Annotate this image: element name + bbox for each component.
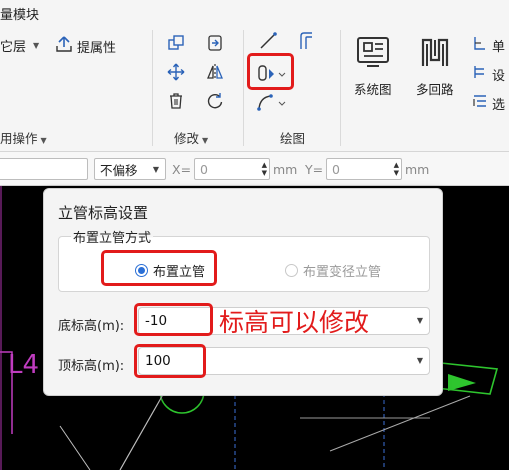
branch-icon [472, 64, 488, 84]
place-riser-highlight-box [101, 250, 217, 286]
x-spinner[interactable]: ▲ ▼ [262, 161, 267, 177]
mirror-icon[interactable] [205, 62, 225, 82]
system-diagram-label: 系统图 [354, 82, 392, 97]
offset-select[interactable]: 不偏移 ▼ [94, 158, 166, 180]
chevron-down-icon: ▼ [33, 41, 40, 50]
annotation-text: 标高可以修改 [219, 308, 370, 337]
y-spinner[interactable]: ▲ ▼ [394, 161, 399, 177]
y-input[interactable]: 0 ▲ ▼ [326, 158, 402, 180]
right-item-3[interactable]: 选 [472, 93, 505, 113]
right-item-2-label: 设 [492, 68, 506, 84]
offset-copy-icon[interactable] [205, 33, 225, 53]
dialog-title: 立管标高设置 [58, 204, 149, 222]
layer-label: 它层 [0, 40, 27, 55]
toolbar-left-field[interactable] [0, 158, 88, 180]
right-item-2[interactable]: 设 [472, 64, 505, 84]
x-label: X= [172, 162, 192, 177]
ribbon: 量模块 它层 ▼ 提属性 用操作 ▼ 修改 ▼ 绘图 系统图 多回路 单 设 选 [0, 0, 509, 152]
right-item-3-label: 选 [492, 97, 506, 113]
right-item-1-label: 单 [492, 39, 506, 55]
group-label-draw: 绘图 [280, 131, 306, 146]
bottom-elevation-highlight-box [134, 303, 213, 336]
chevron-down-icon[interactable]: ▼ [417, 316, 423, 325]
delete-icon[interactable] [166, 91, 186, 111]
top-elevation-highlight-box [134, 344, 206, 378]
multi-loop-icon [417, 34, 453, 73]
extract-attribute-button[interactable]: 提属性 [55, 35, 116, 57]
radio-place-reducer-riser[interactable]: 布置变径立管 [285, 261, 381, 280]
riser-highlight-box [247, 53, 294, 90]
group-label-operations: 用操作 ▼ [0, 131, 47, 146]
arc-icon[interactable] [255, 92, 287, 112]
right-item-1[interactable]: 单 [472, 35, 505, 55]
y-value: 0 [332, 161, 340, 177]
rotate-icon[interactable] [205, 91, 225, 111]
chevron-down-icon[interactable]: ▼ [417, 356, 423, 365]
upload-icon [55, 35, 73, 57]
layer-dropdown-button[interactable]: 它层 ▼ [0, 36, 39, 55]
line-icon[interactable] [258, 31, 278, 51]
multi-loop-button[interactable]: 多回路 [416, 34, 454, 98]
chevron-down-icon: ▼ [202, 136, 209, 145]
y-unit: mm [405, 162, 430, 177]
x-value: 0 [200, 161, 208, 177]
x-unit: mm [273, 162, 298, 177]
coordinate-toolbar: 不偏移 ▼ X= 0 ▲ ▼ mm Y= 0 ▲ ▼ mm [0, 152, 509, 186]
system-diagram-button[interactable]: 系统图 [354, 34, 392, 98]
placement-method-legend: 布置立管方式 [71, 227, 154, 246]
x-input[interactable]: 0 ▲ ▼ [194, 158, 270, 180]
riser-elevation-dialog: 立管标高设置 布置立管方式 布置立管 布置变径立管 底标高(m): -10 ▼ … [43, 188, 443, 396]
system-diagram-icon [355, 34, 391, 73]
radio-unselected-icon [285, 264, 298, 277]
y-label: Y= [305, 162, 324, 177]
list-icon [472, 93, 488, 113]
copy-icon[interactable] [166, 33, 186, 53]
multi-loop-label: 多回路 [416, 82, 454, 97]
offset-value: 不偏移 [100, 162, 138, 178]
chevron-down-icon: ▼ [40, 136, 47, 145]
move-icon[interactable] [166, 62, 186, 82]
top-elevation-label: 顶标高(m): [58, 359, 125, 374]
ribbon-title: 量模块 [0, 8, 40, 23]
extract-attribute-label: 提属性 [77, 40, 117, 56]
canvas-label-fragment: L4 [8, 350, 40, 380]
bottom-elevation-label: 底标高(m): [58, 319, 125, 334]
pipe-bend-icon[interactable] [296, 31, 316, 51]
chevron-down-icon: ▼ [152, 165, 159, 174]
group-label-modify: 修改 ▼ [174, 131, 209, 146]
bracket-icon [472, 35, 488, 55]
radio-place-reducer-label: 布置变径立管 [303, 265, 382, 280]
